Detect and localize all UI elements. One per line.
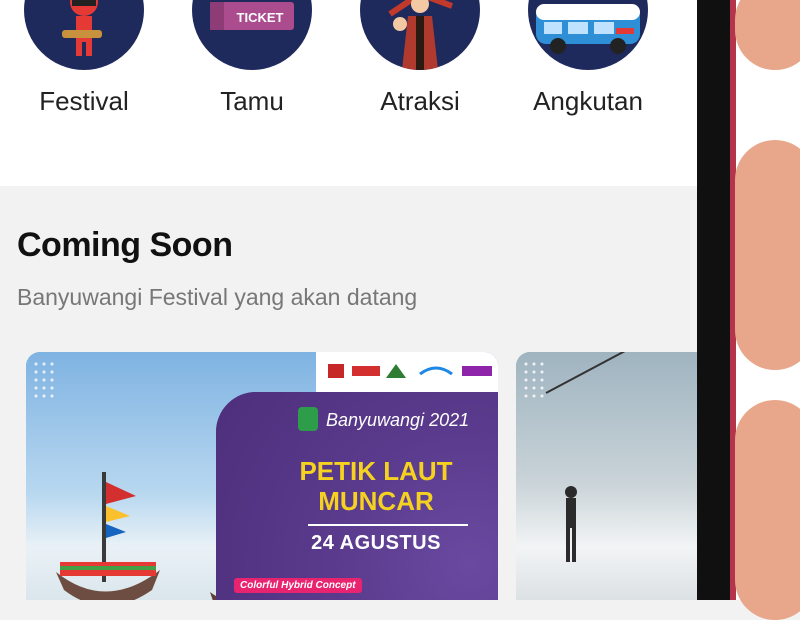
- category-label: Atraksi: [380, 86, 460, 116]
- section-title: Coming Soon: [17, 226, 233, 264]
- category-label: Angkutan: [533, 86, 643, 116]
- festival-mascot-icon: [24, 0, 144, 70]
- finger: [735, 140, 800, 370]
- section-subtitle: Banyuwangi Festival yang akan datang: [17, 284, 418, 310]
- finger: [735, 400, 800, 620]
- dancer-icon: [360, 0, 480, 70]
- event-tagline: Colorful Hybrid Concept: [234, 578, 362, 593]
- banyuwangi-logo: [298, 407, 318, 431]
- ticket-text: TICKET: [237, 10, 284, 25]
- sponsor-logos: [316, 352, 498, 392]
- event-headline: PETIK LAUT MUNCAR: [276, 456, 476, 516]
- category-label: Tamu: [220, 86, 284, 116]
- category-menu: Festival TICKET Tamu Atraksi Angkutan: [0, 0, 697, 186]
- event-brand: Banyuwangi 2021: [326, 410, 470, 430]
- dot-pattern: [522, 360, 546, 400]
- fisherman-image: [565, 486, 577, 562]
- ticket-icon: TICKET: [192, 0, 312, 70]
- category-angkutan[interactable]: Angkutan: [518, 0, 658, 186]
- van-icon: [528, 0, 648, 70]
- category-tamu[interactable]: TICKET Tamu: [182, 0, 322, 186]
- event-card[interactable]: Banyuwangi 2021 PETIK LAUT MUNCAR 24 AGU…: [26, 352, 498, 600]
- app-screen: Festival TICKET Tamu Atraksi Angkutan Co…: [0, 0, 697, 600]
- event-headline-line2: MUNCAR: [318, 486, 434, 516]
- category-atraksi[interactable]: Atraksi: [350, 0, 490, 186]
- category-label: Festival: [39, 86, 129, 116]
- boat-image: [56, 472, 160, 600]
- dot-pattern: [32, 360, 56, 400]
- event-headline-line1: PETIK LAUT: [299, 456, 453, 486]
- event-date: 24 AGUSTUS: [311, 532, 441, 554]
- event-card[interactable]: [516, 352, 697, 600]
- category-festival[interactable]: Festival: [14, 0, 154, 186]
- divider: [308, 524, 468, 526]
